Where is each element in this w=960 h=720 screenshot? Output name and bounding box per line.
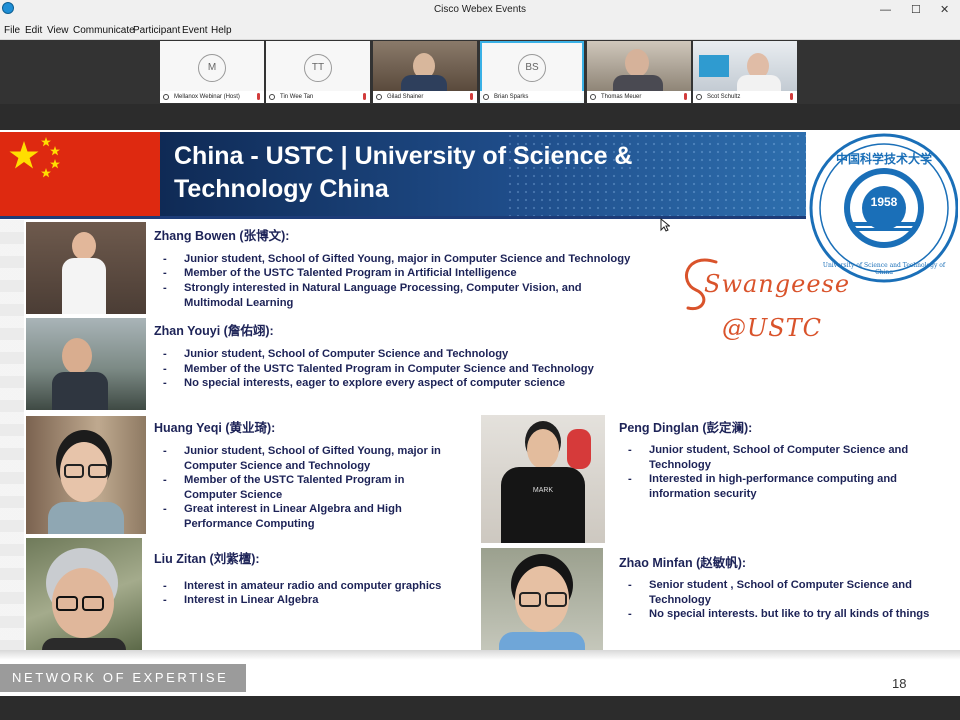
mic-muted-icon <box>790 93 793 100</box>
bullet-text: - Member of the USTC Talented Program in … <box>163 363 594 375</box>
bullet-text: - Member of the USTC Talented Program in … <box>163 474 405 501</box>
slide-title-banner: China - USTC | University of Science & T… <box>160 132 806 216</box>
participant-tile-gilad-shainer[interactable]: Gilad Shainer <box>373 41 477 103</box>
bullet-text: - Member of the USTC Talented Program in … <box>163 267 517 279</box>
photo-huang-yeqi <box>26 416 146 534</box>
participant-name: Tin Wee Tan <box>280 94 314 100</box>
bullet-text: - Strongly interested in Natural Language… <box>163 282 582 309</box>
avatar: TT <box>304 54 332 82</box>
slide-edge-pattern <box>0 220 24 650</box>
bullet-text: - Interest in amateur radio and computer … <box>163 580 442 592</box>
mic-muted-icon <box>363 93 366 100</box>
avatar: BS <box>518 54 546 82</box>
slide-page-number: 18 <box>892 676 907 691</box>
china-flag <box>0 132 160 216</box>
stage-top-margin <box>0 104 960 130</box>
mic-muted-icon <box>257 93 260 100</box>
mouse-cursor-icon <box>660 218 670 232</box>
menu-bar: File Edit View Communicate Participant E… <box>0 22 960 40</box>
flag-stars-icon <box>9 137 60 178</box>
slide-title: China - USTC | University of Science & T… <box>174 142 633 203</box>
close-button[interactable]: ✕ <box>940 3 949 17</box>
menu-communicate[interactable]: Communicate <box>73 25 135 36</box>
bullet-text: - Senior student , School of Computer Sci… <box>628 579 912 606</box>
minimize-button[interactable]: — <box>880 3 891 17</box>
audio-icon <box>696 94 702 100</box>
person-name: Liu Zitan (刘紫檀): <box>154 552 260 566</box>
person-name: Huang Yeqi (黄业琦): <box>154 421 276 435</box>
bullet-text: - Junior student, School of Computer Scie… <box>163 348 509 360</box>
participant-name: Brian Sparks <box>494 94 529 100</box>
participant-name-bar: Brian Sparks <box>480 91 584 103</box>
photo-peng-dinglan: MARK <box>481 415 605 543</box>
person-name: Zhao Minfan (赵敏帆): <box>619 556 747 570</box>
participant-name-bar: Thomas Meuer <box>587 91 691 103</box>
participant-name-bar: Scot Schultz <box>693 91 797 103</box>
window-title-bar: Cisco Webex Events — ☐ ✕ <box>0 0 960 22</box>
footer-swoosh <box>0 650 960 660</box>
photo-zhang-bowen <box>26 222 146 314</box>
photo-zhan-youyi <box>26 318 146 410</box>
participant-tile-brian-sparks[interactable]: BS Brian Sparks <box>480 41 584 103</box>
swangeese-ustc-logo: Swangeese @USTC <box>676 252 856 372</box>
audio-icon <box>483 94 489 100</box>
participant-tile-tin-wee-tan[interactable]: TT Tin Wee Tan <box>266 41 370 103</box>
logo-swangeese: Swangeese <box>704 270 851 298</box>
mic-muted-icon <box>684 93 687 100</box>
participant-name: Gilad Shainer <box>387 94 424 100</box>
video-feed <box>373 41 477 91</box>
participant-tile-scot-schultz[interactable]: Scot Schultz <box>693 41 797 103</box>
bullet-text: - Junior student, School of Gifted Young,… <box>163 253 631 265</box>
logo-ustc: @USTC <box>722 314 823 342</box>
photo-zhao-minfan <box>481 548 603 656</box>
menu-participant[interactable]: Participant <box>133 25 180 36</box>
menu-view[interactable]: View <box>47 25 69 36</box>
shared-slide: China - USTC | University of Science & T… <box>0 130 960 696</box>
bullet-text: - Interested in high-performance computin… <box>628 473 898 500</box>
footer-text: NETWORK OF EXPERTISE <box>12 670 229 685</box>
participant-name-bar: Tin Wee Tan <box>266 91 370 103</box>
person-name: Zhan Youyi (詹佑翊): <box>154 324 274 338</box>
participant-name: Scot Schultz <box>707 94 741 100</box>
menu-help[interactable]: Help <box>211 25 232 36</box>
participant-name: Mellanox Webinar (Host) <box>174 94 240 100</box>
participant-name: Thomas Meuer <box>601 94 642 100</box>
menu-file[interactable]: File <box>4 25 20 36</box>
mic-muted-icon <box>470 93 473 100</box>
participant-name-bar: Gilad Shainer <box>373 91 477 103</box>
participant-tile-thomas-meuer[interactable]: Thomas Meuer <box>587 41 691 103</box>
audio-icon <box>163 94 169 100</box>
stage-bottom-margin <box>0 696 960 720</box>
person-name: Zhang Bowen (张博文): <box>154 229 290 243</box>
bullet-text: - Great interest in Linear Algebra and Hi… <box>163 503 402 530</box>
menu-edit[interactable]: Edit <box>25 25 42 36</box>
window-title: Cisco Webex Events <box>433 4 527 15</box>
audio-icon <box>376 94 382 100</box>
participant-tile-mellanox[interactable]: M Mellanox Webinar (Host) <box>160 41 264 103</box>
participant-name-bar: Mellanox Webinar (Host) <box>160 91 264 103</box>
video-feed <box>587 41 691 91</box>
bullet-text: - Junior student, School of Computer Scie… <box>628 444 909 471</box>
bullet-text: - Junior student, School of Gifted Young,… <box>163 445 441 472</box>
menu-event[interactable]: Event <box>182 25 208 36</box>
bullet-text: - Interest in Linear Algebra <box>163 594 319 606</box>
title-underline <box>0 216 806 219</box>
footer-banner: NETWORK OF EXPERTISE <box>0 664 246 692</box>
person-name: Peng Dinglan (彭定澜): <box>619 421 753 435</box>
seal-year: 1958 <box>870 195 898 209</box>
maximize-button[interactable]: ☐ <box>911 3 921 17</box>
video-feed <box>693 41 797 91</box>
shirt-text: MARK <box>532 487 554 494</box>
audio-icon <box>269 94 275 100</box>
photo-liu-zitan <box>26 538 142 660</box>
seal-chinese-name: 中国科学技术大学 <box>835 152 932 166</box>
audio-icon <box>590 94 596 100</box>
bullet-text: - No special interests, eager to explore … <box>163 377 566 389</box>
bullet-text: - No special interests. but like to try a… <box>628 608 930 620</box>
avatar: M <box>198 54 226 82</box>
